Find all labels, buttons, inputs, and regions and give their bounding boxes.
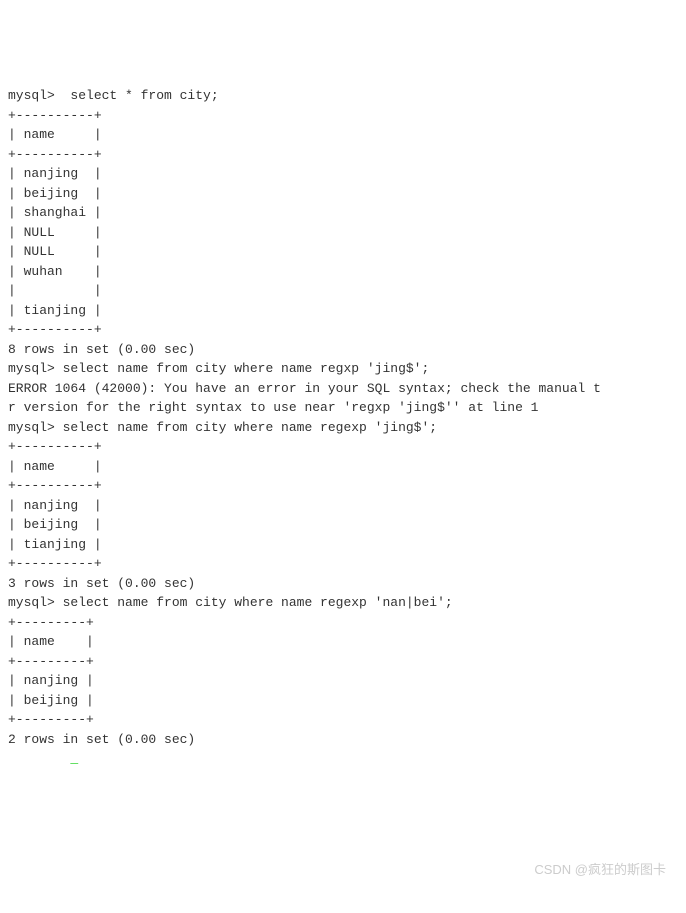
prompt-cursor-line[interactable]: _ — [8, 749, 678, 769]
result-footer: 3 rows in set (0.00 sec) — [8, 574, 678, 594]
table-row: | beijing | — [8, 691, 678, 711]
table-border: +----------+ — [8, 554, 678, 574]
sql-command: mysql> select name from city where name … — [8, 359, 678, 379]
table-row: | nanjing | — [8, 671, 678, 691]
error-message: r version for the right syntax to use ne… — [8, 398, 678, 418]
table-border: +----------+ — [8, 320, 678, 340]
watermark: CSDN @疯狂的斯图卡 — [534, 860, 666, 880]
table-row: | nanjing | — [8, 164, 678, 184]
error-message: ERROR 1064 (42000): You have an error in… — [8, 379, 678, 399]
table-row: | tianjing | — [8, 535, 678, 555]
table-row: | shanghai | — [8, 203, 678, 223]
table-row: | NULL | — [8, 242, 678, 262]
mysql-terminal[interactable]: mysql> select * from city;+----------+| … — [8, 86, 678, 769]
cursor-icon: _ — [70, 751, 78, 766]
result-footer: 2 rows in set (0.00 sec) — [8, 730, 678, 750]
table-row: | NULL | — [8, 223, 678, 243]
table-row: | nanjing | — [8, 496, 678, 516]
table-row: | tianjing | — [8, 301, 678, 321]
table-header: | name | — [8, 457, 678, 477]
table-header: | name | — [8, 125, 678, 145]
table-row: | beijing | — [8, 184, 678, 204]
sql-command: mysql> select name from city where name … — [8, 593, 678, 613]
table-header: | name | — [8, 632, 678, 652]
table-border: +----------+ — [8, 437, 678, 457]
table-border: +----------+ — [8, 145, 678, 165]
table-border: +----------+ — [8, 476, 678, 496]
table-row: | | — [8, 281, 678, 301]
table-border: +---------+ — [8, 613, 678, 633]
table-row: | wuhan | — [8, 262, 678, 282]
table-border: +----------+ — [8, 106, 678, 126]
table-border: +---------+ — [8, 710, 678, 730]
table-row: | beijing | — [8, 515, 678, 535]
sql-command: mysql> select name from city where name … — [8, 418, 678, 438]
table-border: +---------+ — [8, 652, 678, 672]
result-footer: 8 rows in set (0.00 sec) — [8, 340, 678, 360]
sql-command: mysql> select * from city; — [8, 86, 678, 106]
